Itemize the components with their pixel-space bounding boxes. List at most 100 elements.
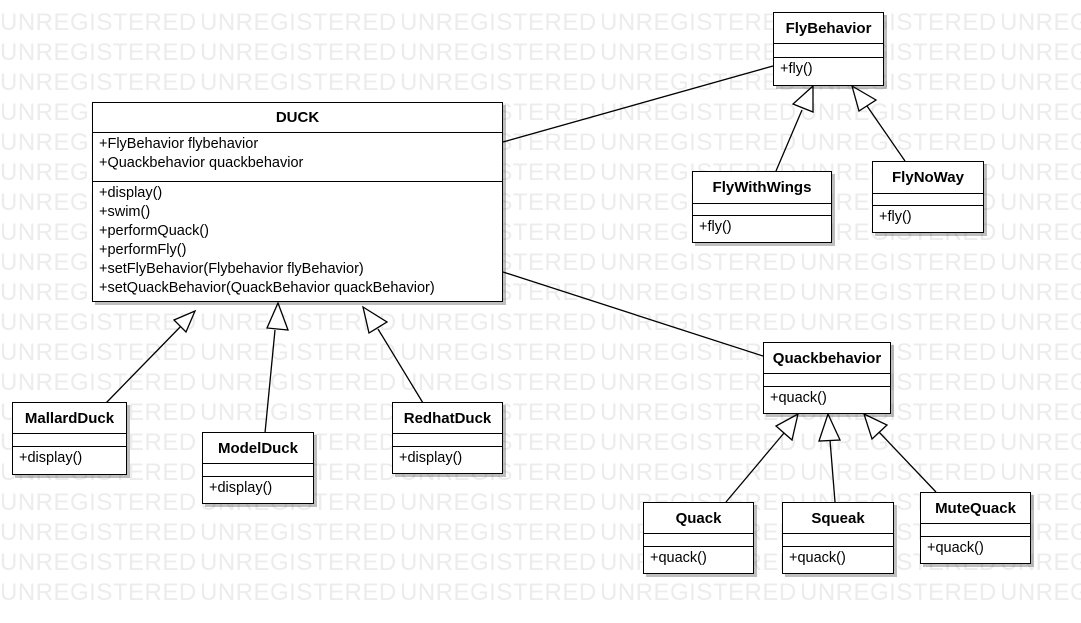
class-redhatduck[interactable]: RedhatDuck +display() (392, 402, 503, 474)
class-operations: +quack() (783, 547, 893, 570)
class-name: Quack (644, 503, 753, 534)
attribute: +Quackbehavior quackbehavior (99, 155, 304, 171)
class-operations: +display() (13, 447, 126, 470)
watermark-text: UNREGISTERED (1000, 69, 1081, 96)
class-operations: +quack() (921, 537, 1030, 560)
class-squeak[interactable]: Squeak +quack() (782, 502, 894, 574)
watermark-text: UNREGISTERED (0, 489, 197, 516)
class-operations: +fly() (774, 58, 883, 81)
watermark-text: UNREGISTERED (600, 39, 797, 66)
class-operations: +quack() (644, 547, 753, 570)
watermark-text: UNREGISTERED (1000, 159, 1081, 186)
watermark-text: UNREGISTERED (1000, 249, 1081, 276)
class-name: FlyWithWings (693, 172, 831, 204)
watermark-text: UNREGISTERED (200, 9, 397, 36)
class-mutequack[interactable]: MuteQuack +quack() (920, 492, 1031, 564)
watermark-text: UNREGISTERED (400, 519, 597, 546)
watermark-text: UNREGISTERED (1000, 39, 1081, 66)
attribute: +FlyBehavior flybehavior (99, 136, 259, 152)
watermark-text: UNREGISTERED (0, 339, 197, 366)
watermark-text: UNREGISTERED (800, 279, 997, 306)
watermark-text: UNREGISTERED (200, 399, 397, 426)
class-attributes (774, 44, 883, 58)
watermark-text: UNREGISTERED (800, 99, 997, 126)
operation: +fly() (699, 219, 732, 235)
watermark-text: UNREGISTERED (1000, 369, 1081, 396)
class-operations: +fly() (693, 216, 831, 239)
class-operations: +display() +swim() +performQuack() +perf… (93, 182, 502, 300)
class-name: MuteQuack (921, 493, 1030, 524)
class-operations: +quack() (764, 387, 890, 410)
operation: +display() (399, 450, 463, 466)
watermark-text: UNREGISTERED (600, 129, 797, 156)
operation: +performFly() (99, 242, 187, 258)
operation: +quack() (770, 390, 827, 406)
watermark-text: UNREGISTERED (1000, 429, 1081, 456)
watermark-text: UNREGISTERED (600, 279, 797, 306)
watermark-text: UNREGISTERED (600, 9, 797, 36)
watermark-text: UNREGISTERED (200, 369, 397, 396)
class-quack[interactable]: Quack +quack() (643, 502, 754, 574)
watermark-text: UNREGISTERED (600, 99, 797, 126)
operation: +display() (19, 450, 83, 466)
watermark-layer: UNREGISTERED UNREGISTERED UNREGISTERED UNRE… (0, 9, 1081, 606)
class-operations: +fly() (873, 206, 983, 229)
class-quackbehavior[interactable]: Quackbehavior +quack() (763, 342, 891, 414)
watermark-text: UNREGISTERED (1000, 459, 1081, 486)
watermark-text: UNREGISTERED (1000, 339, 1081, 366)
watermark-text: UNREGISTERED (200, 339, 397, 366)
watermark-text: UNREGISTERED (400, 69, 597, 96)
class-attributes (783, 534, 893, 547)
watermark-text: UNREGISTERED (400, 9, 597, 36)
watermark-text: UNREGISTERED (1000, 579, 1081, 606)
watermark-text: UNREGISTERED (0, 519, 197, 546)
class-name: FlyBehavior (774, 13, 883, 44)
watermark-text: UNREGISTERED (0, 69, 197, 96)
class-name: MallardDuck (13, 403, 126, 434)
watermark-text: UNREGISTERED (400, 309, 597, 336)
operation: +quack() (789, 550, 846, 566)
class-attributes (873, 194, 983, 206)
class-operations: +display() (203, 477, 313, 500)
class-duck[interactable]: DUCK +FlyBehavior flybehavior +Quackbeha… (92, 102, 503, 302)
watermark-text: UNREGISTERED (600, 249, 797, 276)
class-name: ModelDuck (203, 433, 313, 464)
watermark-text: UNREGISTERED (0, 369, 197, 396)
watermark-text: UNREGISTERED (600, 579, 797, 606)
watermark-text: UNREGISTERED (0, 549, 197, 576)
watermark-text: UNREGISTERED (0, 579, 197, 606)
operation: +swim() (99, 204, 151, 220)
watermark-text: UNREGISTERED (600, 459, 797, 486)
class-flywithwings[interactable]: FlyWithWings +fly() (692, 171, 832, 243)
watermark-text: UNREGISTERED (400, 39, 597, 66)
operation: +quack() (650, 550, 707, 566)
class-attributes (693, 204, 831, 216)
class-name: DUCK (93, 103, 502, 133)
class-name: Quackbehavior (764, 343, 890, 374)
operation: +setFlyBehavior(Flybehavior flyBehavior) (99, 261, 364, 277)
watermark-text: UNREGISTERED (1000, 9, 1081, 36)
class-attributes (644, 534, 753, 547)
class-attributes (393, 434, 502, 447)
class-mallardduck[interactable]: MallardDuck +display() (12, 402, 127, 475)
watermark-text: UNREGISTERED (1000, 129, 1081, 156)
class-flybehavior[interactable]: FlyBehavior +fly() (773, 12, 884, 86)
operation: +performQuack() (99, 223, 209, 239)
watermark-text: UNREGISTERED (400, 489, 597, 516)
class-modelduck[interactable]: ModelDuck +display() (202, 432, 314, 504)
class-name: FlyNoWay (873, 162, 983, 194)
watermark-text: UNREGISTERED (400, 339, 597, 366)
watermark-text: UNREGISTERED (1000, 399, 1081, 426)
watermark-text: UNREGISTERED (600, 429, 797, 456)
class-attributes: +FlyBehavior flybehavior +Quackbehavior … (93, 133, 502, 182)
watermark-text: UNREGISTERED (200, 549, 397, 576)
watermark-text: UNREGISTERED (1000, 219, 1081, 246)
watermark-text: UNREGISTERED (1000, 99, 1081, 126)
class-flynoway[interactable]: FlyNoWay +fly() (872, 161, 984, 233)
class-name: RedhatDuck (393, 403, 502, 434)
watermark-text: UNREGISTERED (200, 519, 397, 546)
operation: +setQuackBehavior(QuackBehavior quackBeh… (99, 280, 435, 296)
diagram-canvas: UNREGISTERED UNREGISTERED UNREGISTERED UNRE… (0, 9, 1081, 606)
watermark-text: UNREGISTERED (0, 39, 197, 66)
watermark-text: UNREGISTERED (800, 309, 997, 336)
